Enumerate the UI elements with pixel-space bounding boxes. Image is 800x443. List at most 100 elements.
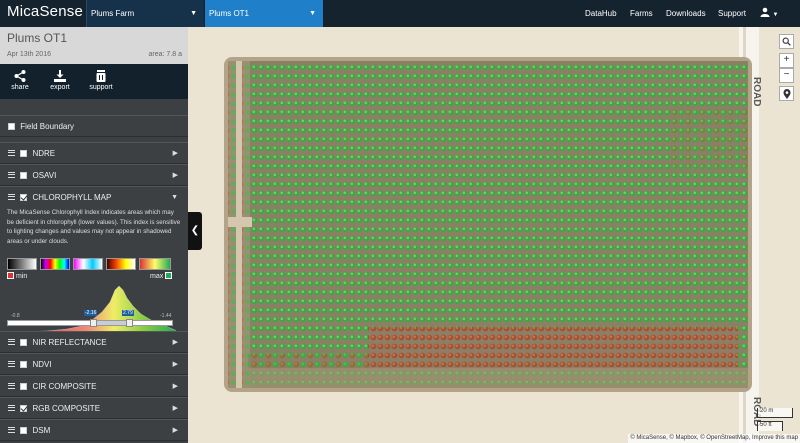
map-pin-icon: [783, 89, 790, 99]
chevron-right-icon[interactable]: ▶: [173, 165, 178, 186]
caret-down-icon: ▼: [309, 10, 316, 17]
micasense-logo[interactable]: MicaSense: [7, 3, 83, 20]
chevron-right-icon[interactable]: ▶: [173, 354, 178, 375]
chevron-right-icon[interactable]: ▶: [173, 420, 178, 441]
zoom-out-button[interactable]: −: [779, 68, 794, 83]
layer-nir-reflectance[interactable]: NIR REFLECTANCE ▶: [0, 331, 188, 353]
field-boundary-toggle[interactable]: Field Boundary: [0, 115, 188, 137]
layer-label: CHLOROPHYLL MAP: [32, 193, 112, 202]
layer-checkbox[interactable]: [20, 361, 28, 368]
app-window: MicaSense Plums Farm ▼ Plums OT1 ▼ DataH…: [0, 0, 800, 443]
max-text: max: [150, 273, 164, 280]
layer-rgb-composite[interactable]: RGB COMPOSITE ▶: [0, 397, 188, 419]
layer-label: NDRE: [32, 149, 56, 158]
top-navbar: MicaSense Plums Farm ▼ Plums OT1 ▼ DataH…: [0, 0, 800, 27]
nav-datahub[interactable]: DataHub: [585, 0, 617, 27]
layer-checkbox[interactable]: [20, 339, 28, 346]
chevron-right-icon[interactable]: ▶: [173, 332, 178, 353]
locate-button[interactable]: [779, 86, 794, 101]
drag-handle-icon[interactable]: [8, 339, 15, 345]
chevron-left-icon: ❮: [190, 225, 200, 236]
map-selector[interactable]: Plums OT1 ▼: [205, 0, 323, 27]
share-icon: [14, 70, 26, 82]
nav-farms[interactable]: Farms: [630, 0, 653, 27]
range-slider-selection: [94, 321, 130, 325]
layer-checkbox[interactable]: [20, 427, 28, 434]
layer-ndre[interactable]: NDRE ▶: [0, 142, 188, 164]
layer-label: OSAVI: [32, 171, 57, 180]
min-color-swatch[interactable]: [7, 272, 14, 279]
range-low-value: -2.16: [84, 310, 98, 316]
ramp-swatch-redgreen[interactable]: [139, 258, 171, 270]
share-label: share: [11, 84, 29, 91]
drag-handle-icon[interactable]: [8, 194, 15, 200]
orchard-imagery: ROAD ROAD: [188, 27, 800, 443]
range-slider-high-handle[interactable]: [126, 319, 133, 327]
layer-checkbox[interactable]: [20, 194, 28, 201]
map-attribution[interactable]: © MicaSense, © Mapbox, © OpenStreetMap, …: [628, 434, 800, 443]
scale-bar-imperial: 50 ft: [757, 421, 783, 431]
share-button[interactable]: share: [0, 64, 40, 99]
nav-downloads[interactable]: Downloads: [666, 0, 706, 27]
map-selector-label: Plums OT1: [209, 9, 250, 18]
layer-label: DSM: [32, 426, 51, 435]
range-high-value: 2.79: [122, 310, 134, 316]
layer-ndvi[interactable]: NDVI ▶: [0, 353, 188, 375]
capture-date: Apr 13th 2016: [7, 51, 51, 58]
layer-checkbox[interactable]: [20, 383, 28, 390]
chevron-right-icon[interactable]: ▶: [173, 143, 178, 164]
export-label: export: [50, 84, 70, 91]
drag-handle-icon[interactable]: [8, 405, 15, 411]
layer-checkbox[interactable]: [20, 150, 28, 157]
farm-selector-label: Plums Farm: [91, 9, 135, 18]
ramp-swatch-spectral[interactable]: [40, 258, 70, 270]
ramp-max-label: max: [150, 272, 173, 280]
color-ramp-picker[interactable]: [7, 258, 179, 272]
farm-selector[interactable]: Plums Farm ▼: [86, 0, 204, 27]
max-color-swatch[interactable]: [165, 272, 173, 279]
ramp-swatch-gray[interactable]: [7, 258, 37, 270]
caret-down-icon: ▼: [772, 12, 779, 18]
ramp-swatch-heat[interactable]: [106, 258, 136, 270]
layer-chlorophyll-map[interactable]: CHLOROPHYLL MAP ▼: [0, 186, 188, 208]
ramp-swatch-rainbow[interactable]: [73, 258, 103, 270]
action-bar: share export support: [0, 64, 188, 99]
user-menu[interactable]: ▼: [760, 0, 778, 27]
drag-handle-icon[interactable]: [8, 427, 15, 433]
field-area: area: 7.8 a: [148, 51, 182, 58]
layer-dsm[interactable]: DSM ▶: [0, 419, 188, 441]
fullscreen-button[interactable]: [779, 34, 794, 49]
field-boundary-checkbox[interactable]: [8, 123, 15, 130]
chevron-right-icon[interactable]: ▶: [173, 376, 178, 397]
zoom-in-button[interactable]: +: [779, 53, 794, 68]
range-slider[interactable]: [7, 319, 173, 327]
layer-label: CIR COMPOSITE: [32, 382, 97, 391]
layer-label: NIR REFLECTANCE: [32, 338, 107, 347]
support-button[interactable]: support: [80, 64, 122, 99]
chevron-right-icon[interactable]: ▶: [173, 398, 178, 419]
trash-support-icon: [96, 70, 106, 82]
drag-handle-icon[interactable]: [8, 361, 15, 367]
map-canvas[interactable]: ROAD ROAD: [188, 27, 800, 443]
range-slider-low-handle[interactable]: [90, 319, 97, 327]
layer-cir-composite[interactable]: CIR COMPOSITE ▶: [0, 375, 188, 397]
map-info-header: Plums OT1 Apr 13th 2016 area: 7.8 a: [0, 27, 188, 64]
export-button[interactable]: export: [40, 64, 80, 99]
drag-handle-icon[interactable]: [8, 150, 15, 156]
scale-bar-metric: 20 m: [757, 408, 793, 418]
support-label: support: [89, 84, 113, 91]
download-icon: [54, 70, 66, 82]
drag-handle-icon[interactable]: [8, 383, 15, 389]
chlorophyll-description: The MicaSense Chlorophyll Index indicate…: [7, 209, 181, 245]
caret-down-icon: ▼: [190, 10, 197, 17]
layer-checkbox[interactable]: [20, 172, 28, 179]
plus-icon: +: [783, 54, 790, 65]
chevron-down-icon[interactable]: ▼: [171, 187, 178, 208]
collapse-sidebar-button[interactable]: ❮: [188, 212, 202, 250]
layer-label: NDVI: [32, 360, 52, 369]
layer-label: RGB COMPOSITE: [32, 404, 101, 413]
layer-osavi[interactable]: OSAVI ▶: [0, 164, 188, 186]
drag-handle-icon[interactable]: [8, 172, 15, 178]
layer-checkbox[interactable]: [20, 405, 28, 412]
nav-support[interactable]: Support: [718, 0, 746, 27]
